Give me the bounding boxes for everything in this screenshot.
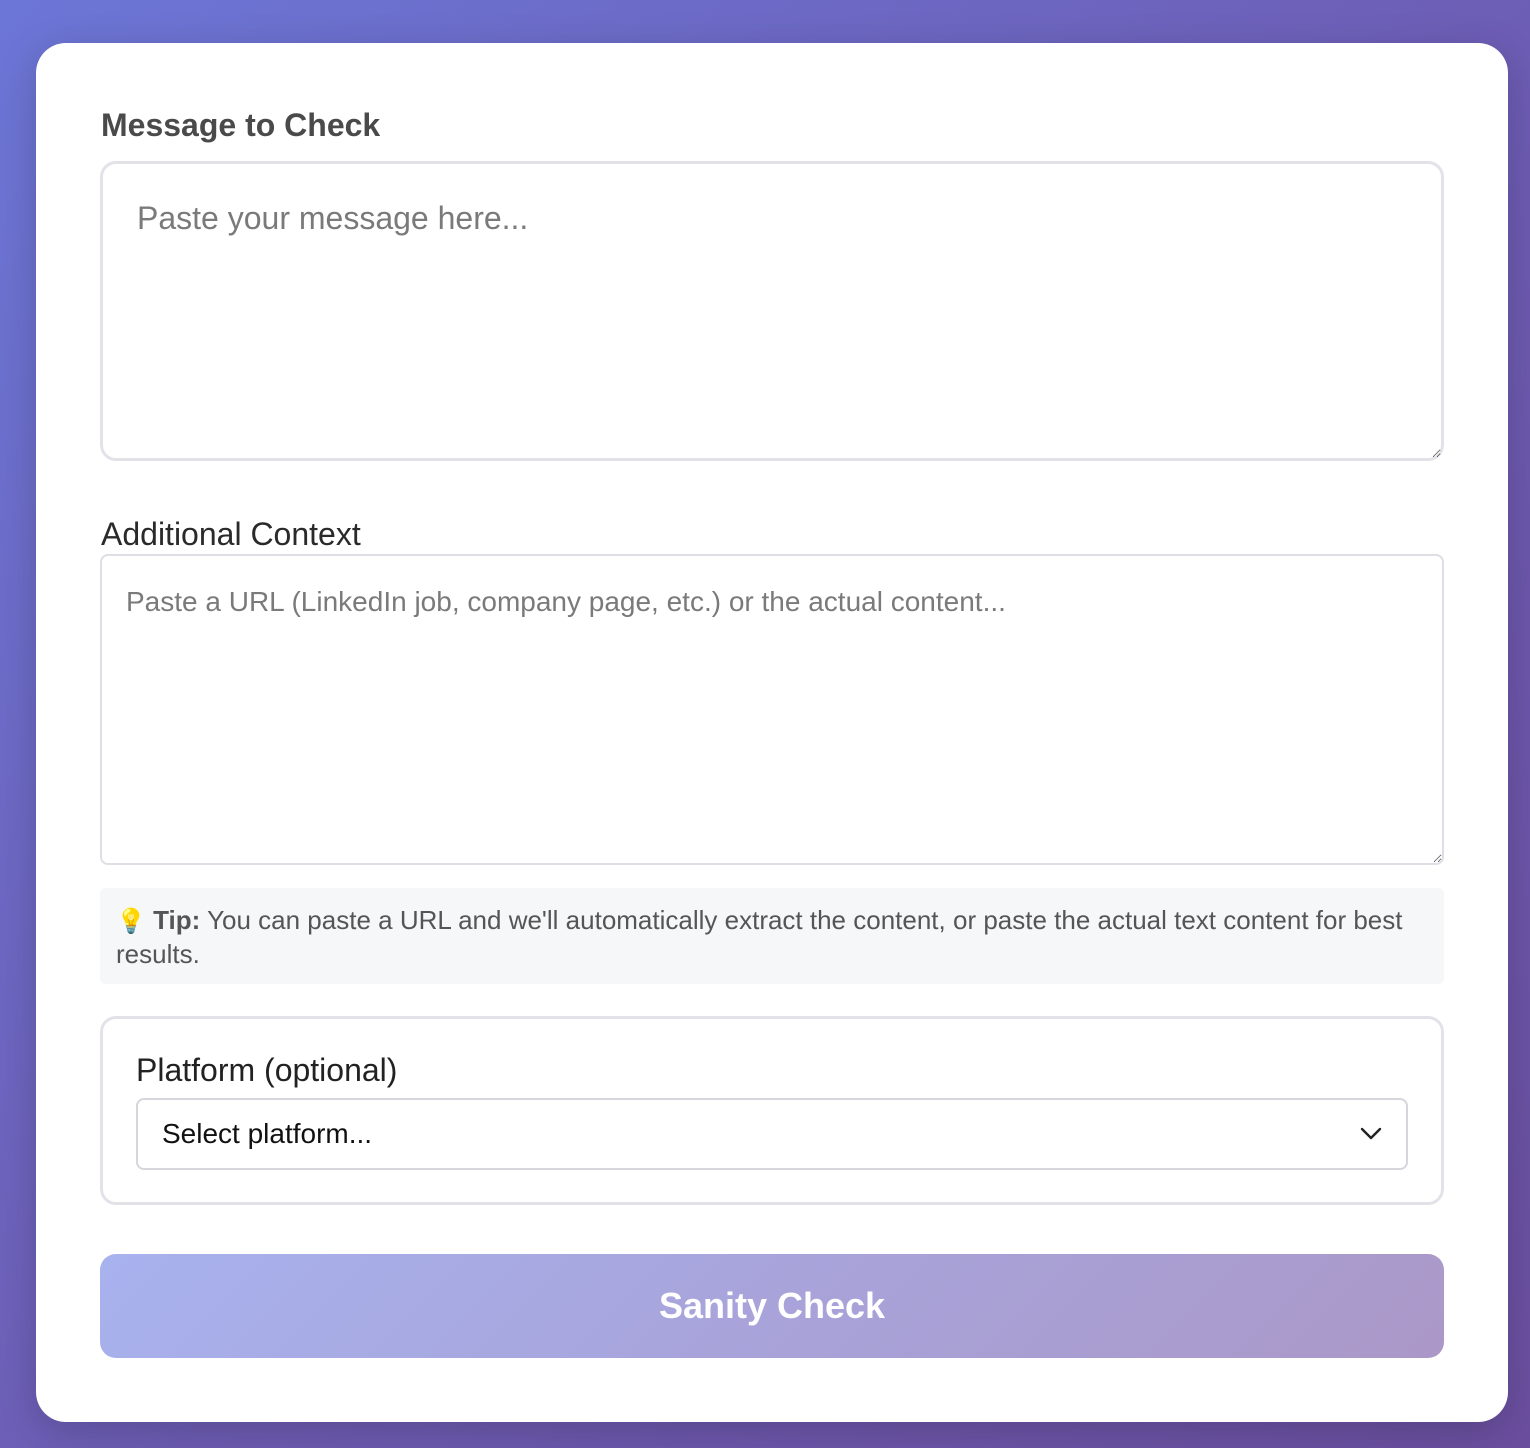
message-label: Message to Check <box>101 107 381 143</box>
lightbulb-icon: 💡 <box>116 908 146 935</box>
tip-box: 💡 Tip: You can paste a URL and we'll aut… <box>100 888 1444 984</box>
form-card: Message to Check Additional Context 💡 Ti… <box>36 43 1508 1422</box>
platform-label: Platform (optional) <box>136 1052 398 1088</box>
platform-section: Platform (optional) Select platform... <box>100 1016 1444 1205</box>
tip-text: You can paste a URL and we'll automatica… <box>116 905 1403 969</box>
sanity-check-button[interactable]: Sanity Check <box>100 1254 1444 1358</box>
context-label: Additional Context <box>101 516 361 552</box>
chevron-down-icon <box>1360 1127 1382 1140</box>
message-textarea[interactable] <box>100 161 1444 461</box>
tip-prefix: Tip: <box>153 905 201 935</box>
context-textarea[interactable] <box>100 554 1444 865</box>
platform-selected-value: Select platform... <box>162 1118 373 1149</box>
platform-select[interactable]: Select platform... <box>136 1098 1408 1170</box>
